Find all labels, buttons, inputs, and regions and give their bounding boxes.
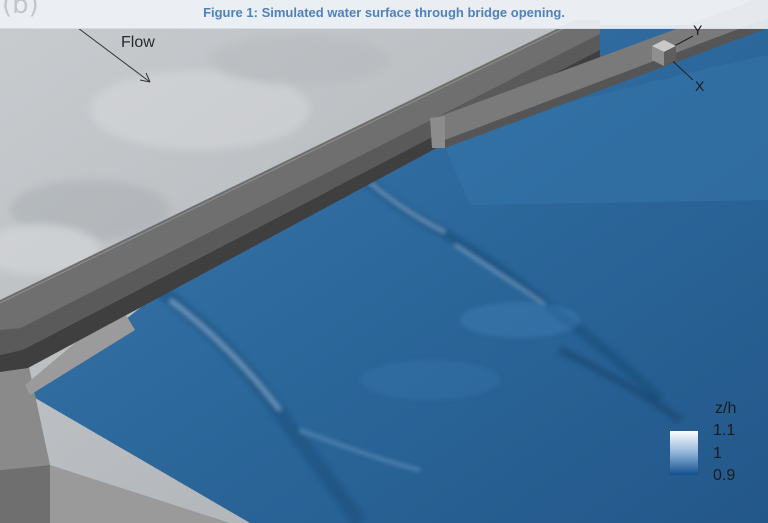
flow-label: Flow [121,34,155,51]
legend-colorbar [670,431,698,475]
pier [430,116,445,148]
axis-y-label: Y [693,22,703,38]
axis-x-label: X [695,78,705,94]
simulation-scene [0,0,768,523]
legend-tick-min: 0.9 [713,467,736,484]
legend-tick-mid: 1 [713,445,722,462]
panel-label: (b) [2,0,39,20]
left-abutment-top [0,465,50,523]
caption-bar: Figure 1: Simulated water surface throug… [0,0,768,29]
figure-caption: Figure 1: Simulated water surface throug… [203,5,565,20]
legend-tick-max: 1.1 [713,422,736,439]
legend-title: z/h [715,400,737,417]
